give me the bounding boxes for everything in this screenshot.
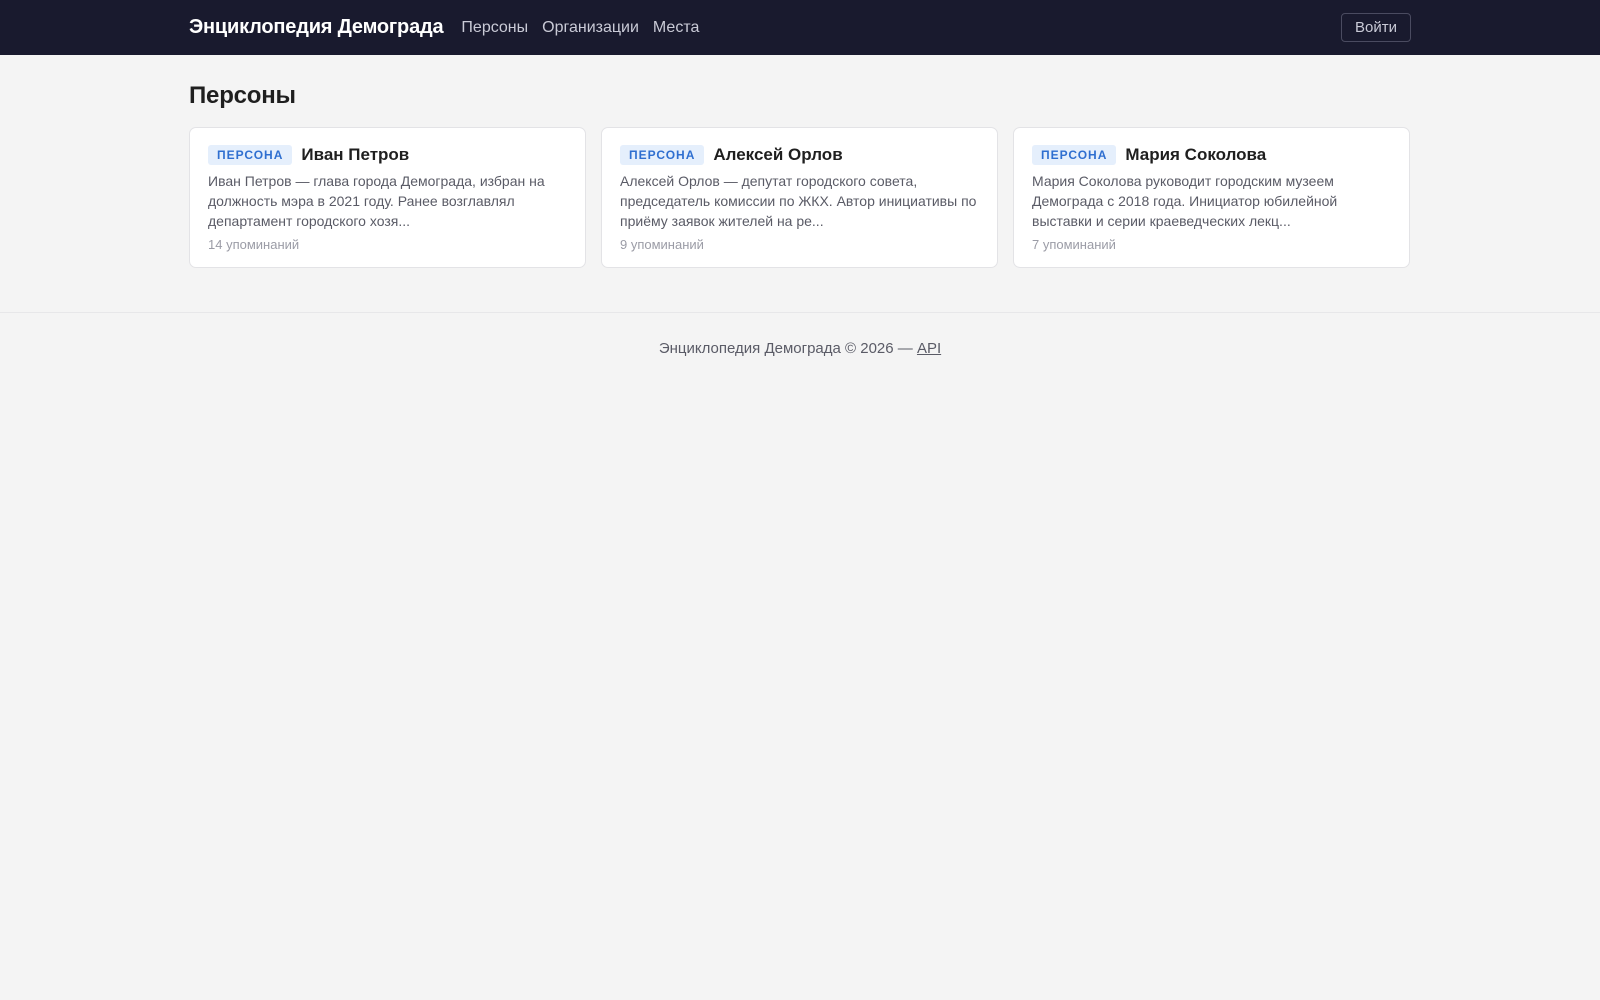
card-description: Мария Соколова руководит городским музее… [1032,173,1338,229]
mentions-count: 14 упоминаний [208,237,300,252]
card-header: ПЕРСОНА Иван Петров [208,145,567,165]
card-header: ПЕРСОНА Мария Соколова [1032,145,1391,165]
type-badge: ПЕРСОНА [1032,145,1117,165]
page-footer: Энциклопедия Демограда © 2026 — API [0,313,1600,357]
brand-link[interactable]: Энциклопедия Демограда [189,16,444,39]
footer-api-link[interactable]: API [917,340,941,357]
card-header: ПЕРСОНА Алексей Орлов [620,145,979,165]
footer-text: Энциклопедия Демограда © 2026 — [658,340,913,357]
type-badge: ПЕРСОНА [208,145,293,165]
card-description: Иван Петров — глава города Демограда, из… [208,173,545,229]
person-card-maria-sokolova[interactable]: ПЕРСОНА Мария Соколова Мария Соколова ру… [1013,127,1410,268]
card-title[interactable]: Иван Петров [301,145,409,165]
person-card-ivan-petrov[interactable]: ПЕРСОНА Иван Петров Иван Петров — глава … [189,127,586,268]
nav-link-places[interactable]: Места [653,19,699,37]
person-card-aleksey-orlov[interactable]: ПЕРСОНА Алексей Орлов Алексей Орлов — де… [601,127,998,268]
nav-link-persons[interactable]: Персоны [461,19,528,37]
page-title: Персоны [189,82,296,109]
card-description: Алексей Орлов — депутат городского совет… [620,173,977,229]
card-grid: ПЕРСОНА Иван Петров Иван Петров — глава … [189,127,1411,268]
card-title[interactable]: Алексей Орлов [713,145,842,165]
login-button[interactable]: Войти [1341,13,1411,42]
nav-link-organizations[interactable]: Организации [542,19,639,37]
top-navbar: Энциклопедия Демограда Персоны Организац… [0,0,1600,55]
navbar-left: Энциклопедия Демограда Персоны Организац… [189,16,713,39]
main-content: Персоны ПЕРСОНА Иван Петров Иван Петров … [189,55,1411,268]
card-title[interactable]: Мария Соколова [1125,145,1266,165]
mentions-count: 7 упоминаний [1032,237,1116,252]
navbar-inner: Энциклопедия Демограда Персоны Организац… [189,0,1411,55]
type-badge: ПЕРСОНА [620,145,705,165]
mentions-count: 9 упоминаний [620,237,704,252]
